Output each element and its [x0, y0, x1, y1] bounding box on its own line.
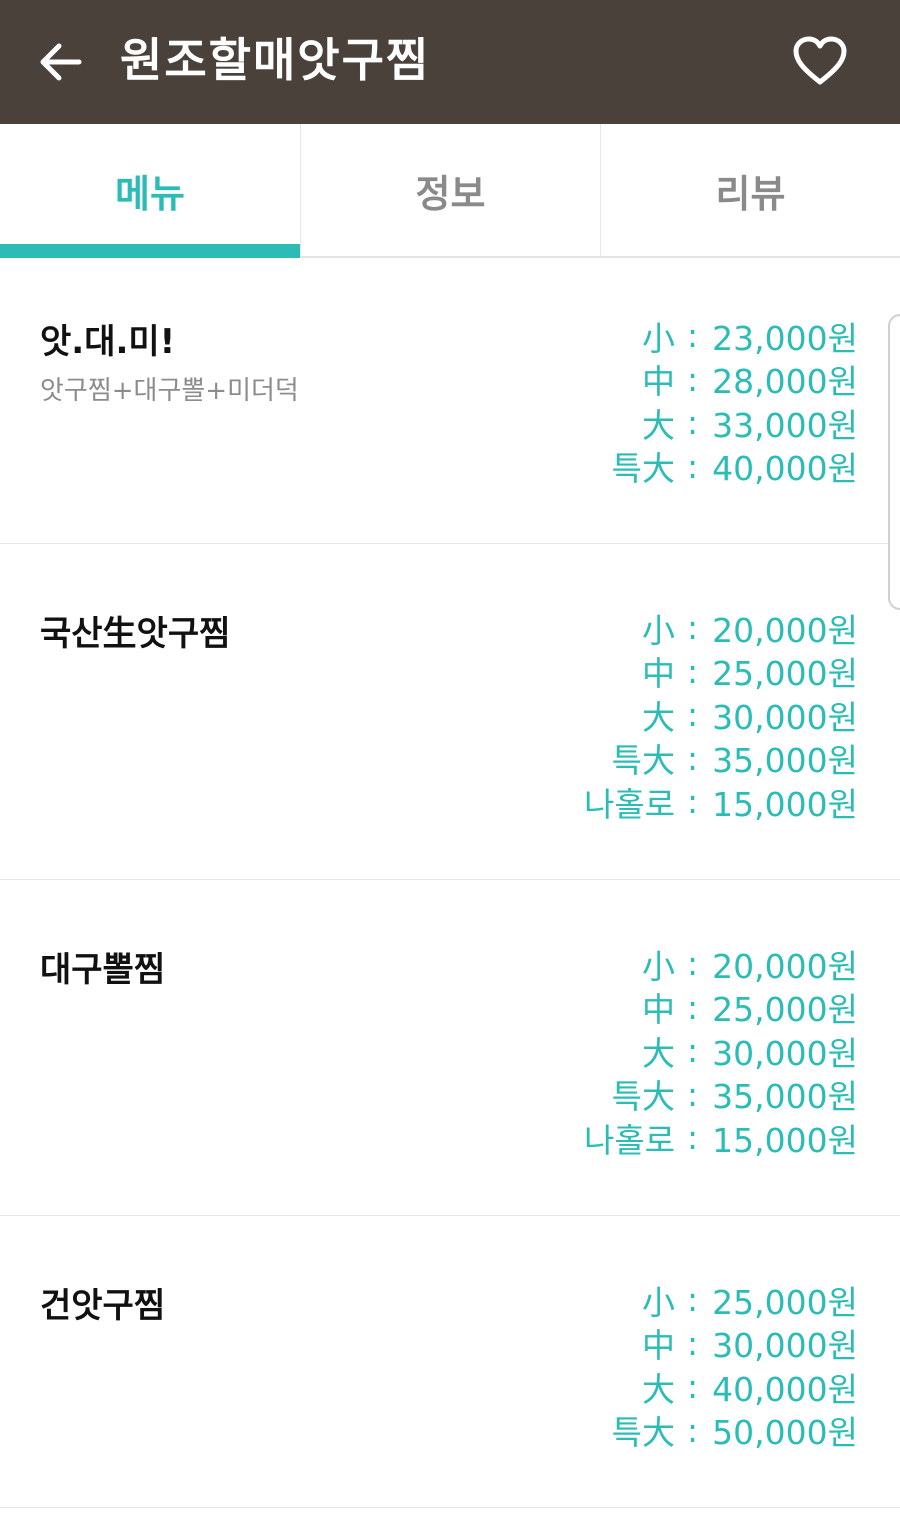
size-label: 中	[642, 362, 676, 402]
price-value: 28,000원	[712, 362, 858, 402]
price-line: 大:30,000원	[584, 1029, 858, 1073]
price-list: 小:20,000원 中:25,000원 大:30,000원 특大:35,000원…	[584, 606, 858, 824]
size-label: 특大	[611, 741, 676, 781]
menu-item[interactable]: 건앗구찜 小:25,000원 中:30,000원 大:40,000원 특大:50…	[0, 1216, 900, 1508]
size-label: 小	[642, 318, 676, 358]
menu-item-name: 앗.대.미!	[40, 322, 176, 362]
menu-item-name: 국산生앗구찜	[40, 614, 231, 654]
tab-label: 정보	[415, 171, 486, 216]
price-line: 大:33,000원	[612, 401, 858, 445]
tab-bar: 메뉴 정보 리뷰	[0, 124, 900, 258]
size-label: 中	[642, 990, 676, 1030]
price-line: 小:25,000원	[612, 1278, 858, 1322]
tab-label: 메뉴	[115, 171, 185, 216]
price-value: 25,000원	[712, 1282, 858, 1322]
size-label: 특大	[611, 449, 676, 489]
menu-item-description: 앗구찜+대구뽈+미더덕	[40, 376, 299, 406]
back-button[interactable]	[30, 32, 90, 92]
price-line: 小:23,000원	[612, 314, 858, 358]
price-list: 小:20,000원 中:25,000원 大:30,000원 특大:35,000원…	[584, 942, 858, 1160]
price-line: 中:30,000원	[612, 1322, 858, 1366]
price-value: 30,000원	[712, 1033, 858, 1073]
price-line: 中:25,000원	[584, 986, 858, 1030]
page-title: 원조할매앗구찜	[120, 33, 431, 87]
tab-menu[interactable]: 메뉴	[0, 124, 300, 258]
price-value: 25,000원	[712, 990, 858, 1030]
price-line: 中:25,000원	[584, 650, 858, 694]
price-value: 23,000원	[712, 318, 858, 358]
size-label: 나홀로	[583, 784, 676, 824]
price-line: 中:28,000원	[612, 358, 858, 402]
menu-item[interactable]: 대구뽈찜 小:20,000원 中:25,000원 大:30,000원 특大:35…	[0, 880, 900, 1216]
price-line: 특大:35,000원	[584, 737, 858, 781]
size-label: 大	[642, 697, 676, 737]
price-value: 15,000원	[712, 1120, 858, 1160]
price-line: 小:20,000원	[584, 606, 858, 650]
size-label: 中	[642, 1326, 676, 1366]
price-line: 특大:40,000원	[612, 445, 858, 489]
price-value: 35,000원	[712, 741, 858, 781]
tab-reviews[interactable]: 리뷰	[600, 124, 900, 256]
tab-label: 리뷰	[715, 171, 786, 216]
size-label: 小	[642, 1282, 676, 1322]
menu-item[interactable]: 국산生앗구찜 小:20,000원 中:25,000원 大:30,000원 특大:…	[0, 544, 900, 880]
arrow-left-icon	[40, 43, 82, 81]
price-value: 20,000원	[712, 946, 858, 986]
price-value: 20,000원	[712, 610, 858, 650]
price-list: 小:23,000원 中:28,000원 大:33,000원 특大:40,000원	[612, 314, 858, 488]
size-label: 大	[642, 405, 676, 445]
favorite-button[interactable]	[784, 28, 856, 94]
price-value: 40,000원	[712, 449, 858, 489]
price-value: 15,000원	[712, 784, 858, 824]
tab-info[interactable]: 정보	[300, 124, 600, 256]
price-list: 小:25,000원 中:30,000원 大:40,000원 특大:50,000원	[612, 1278, 858, 1452]
price-value: 33,000원	[712, 405, 858, 445]
active-tab-indicator	[0, 244, 300, 258]
menu-item[interactable]: 앗.대.미! 앗구찜+대구뽈+미더덕 小:23,000원 中:28,000원 大…	[0, 258, 900, 544]
price-value: 35,000원	[712, 1077, 858, 1117]
price-line: 大:30,000원	[584, 693, 858, 737]
price-value: 40,000원	[712, 1369, 858, 1409]
price-value: 50,000원	[712, 1413, 858, 1453]
top-app-bar: 원조할매앗구찜	[0, 0, 900, 124]
heart-outline-icon	[793, 36, 847, 85]
size-label: 中	[642, 654, 676, 694]
price-line: 小:20,000원	[584, 942, 858, 986]
size-label: 小	[642, 946, 676, 986]
price-line: 大:40,000원	[612, 1365, 858, 1409]
price-value: 25,000원	[712, 654, 858, 694]
size-label: 특大	[611, 1077, 676, 1117]
menu-item-name: 건앗구찜	[40, 1286, 166, 1326]
size-label: 小	[642, 610, 676, 650]
size-label: 특大	[611, 1413, 676, 1453]
menu-item-name: 대구뽈찜	[40, 950, 166, 990]
size-label: 大	[642, 1033, 676, 1073]
scrollbar-thumb[interactable]	[888, 314, 900, 610]
price-line: 특大:50,000원	[612, 1409, 858, 1453]
size-label: 나홀로	[583, 1120, 676, 1160]
price-line: 나홀로:15,000원	[584, 780, 858, 824]
price-line: 특大:35,000원	[584, 1073, 858, 1117]
menu-list: 앗.대.미! 앗구찜+대구뽈+미더덕 小:23,000원 中:28,000원 大…	[0, 258, 900, 1508]
price-value: 30,000원	[712, 697, 858, 737]
price-line: 나홀로:15,000원	[584, 1116, 858, 1160]
price-value: 30,000원	[712, 1326, 858, 1366]
size-label: 大	[642, 1369, 676, 1409]
